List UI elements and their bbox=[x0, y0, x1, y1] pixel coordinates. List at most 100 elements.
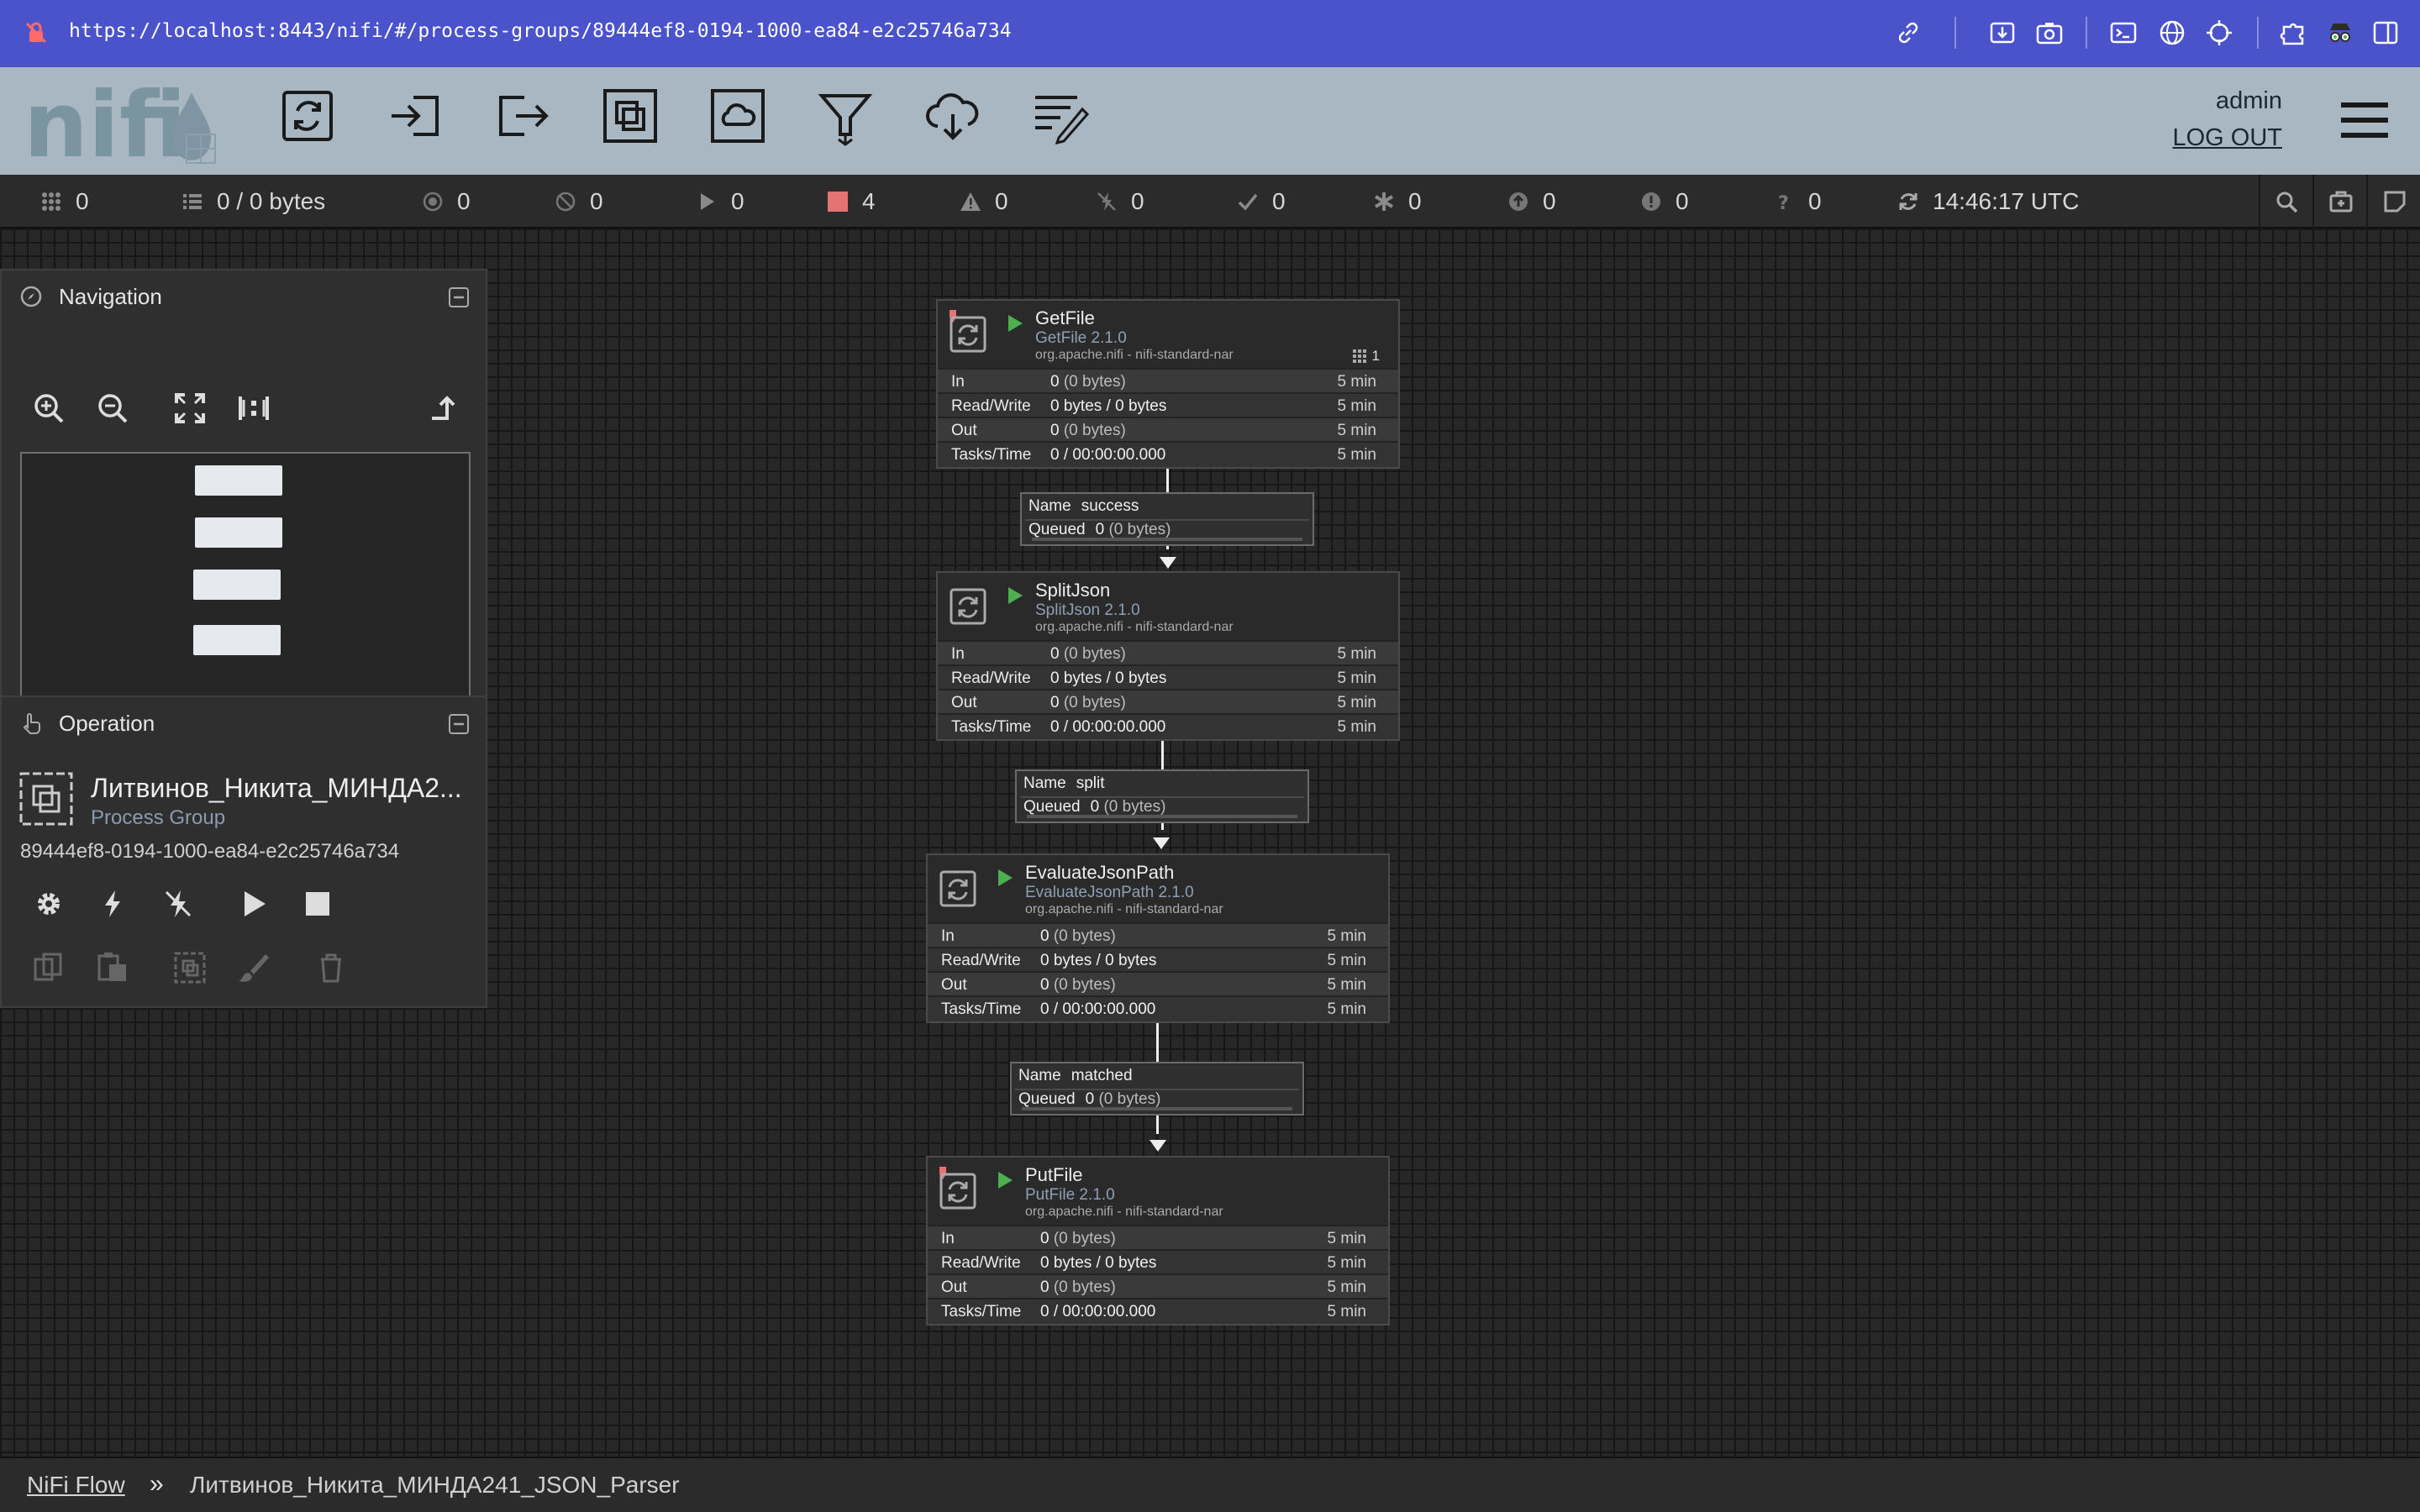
copy-icon[interactable] bbox=[32, 951, 66, 984]
processor-version: PutFile 2.1.0 bbox=[1025, 1186, 1115, 1204]
url-text[interactable]: https://localhost:8443/nifi/#/process-gr… bbox=[69, 20, 1012, 42]
birdseye-view[interactable] bbox=[20, 452, 471, 707]
terminal-icon[interactable] bbox=[2109, 18, 2138, 47]
stop-icon[interactable] bbox=[301, 887, 334, 921]
processor-name: PutFile bbox=[1025, 1164, 1083, 1185]
status-transmitting: 0 bbox=[422, 175, 471, 228]
processor-getfile[interactable]: GetFile GetFile 2.1.0 org.apache.nifi - … bbox=[936, 299, 1400, 469]
stat-window: 5 min bbox=[1337, 718, 1376, 736]
navigation-header[interactable]: Navigation bbox=[2, 270, 486, 323]
stat-value: 0 bytes / 0 bytes bbox=[1050, 397, 1167, 415]
stat-label: Read/Write bbox=[941, 952, 1021, 969]
compass-icon bbox=[20, 286, 42, 307]
stat-row-readwrite: Read/Write 0 bytes / 0 bytes 5 min bbox=[928, 947, 1388, 971]
search-button[interactable] bbox=[2259, 175, 2312, 228]
disable-bolt-icon[interactable] bbox=[161, 887, 195, 921]
stat-value-bytes: (0 bytes) bbox=[1063, 373, 1126, 391]
processor-icon bbox=[950, 316, 986, 353]
download-icon[interactable] bbox=[1988, 18, 2017, 47]
remote-process-group-tool-icon[interactable] bbox=[708, 86, 768, 146]
processor-bundle: org.apache.nifi - nifi-standard-nar bbox=[1025, 902, 1223, 916]
processor-name: SplitJson bbox=[1035, 580, 1111, 601]
stat-value: 0 (0 bytes) bbox=[1040, 1230, 1116, 1248]
fit-screen-icon[interactable] bbox=[173, 391, 207, 425]
incognito-icon[interactable] bbox=[2326, 18, 2354, 47]
collapse-icon[interactable] bbox=[449, 714, 469, 734]
refresh-icon[interactable] bbox=[1897, 191, 1919, 213]
processor-evaluatejsonpath[interactable]: EvaluateJsonPath EvaluateJsonPath 2.1.0 … bbox=[926, 853, 1390, 1023]
connection-queued-bytes: (0 bytes) bbox=[1108, 521, 1171, 538]
status-sync-failure: ? 0 bbox=[1773, 175, 1822, 228]
stat-window: 5 min bbox=[1327, 952, 1366, 969]
input-port-tool-icon[interactable] bbox=[385, 86, 445, 146]
enable-bolt-icon[interactable] bbox=[96, 887, 129, 921]
flow-config-button[interactable] bbox=[2366, 175, 2420, 228]
selection-id: 89444ef8-0194-1000-ea84-e2c25746a734 bbox=[20, 840, 400, 863]
processor-putfile[interactable]: PutFile PutFile 2.1.0 org.apache.nifi - … bbox=[926, 1156, 1390, 1326]
stat-row-in: In 0 (0 bytes) 5 min bbox=[928, 922, 1388, 947]
camera-icon[interactable] bbox=[2035, 18, 2064, 47]
stat-window: 5 min bbox=[1337, 645, 1376, 663]
hand-pointer-icon bbox=[23, 713, 40, 734]
process-group-icon bbox=[19, 772, 73, 826]
zoom-in-icon[interactable] bbox=[32, 391, 66, 425]
actual-size-icon[interactable] bbox=[237, 391, 271, 425]
extensions-icon[interactable] bbox=[2279, 18, 2307, 47]
link-icon[interactable] bbox=[1894, 18, 1923, 47]
connection-label-split[interactable]: Name split Queued 0 (0 bytes) bbox=[1015, 769, 1309, 823]
logout-link[interactable]: LOG OUT bbox=[2172, 124, 2282, 152]
stat-label: Out bbox=[951, 694, 977, 711]
processor-bundle: org.apache.nifi - nifi-standard-nar bbox=[1035, 348, 1234, 362]
toolbar-separator bbox=[1954, 17, 1956, 49]
processor-icon bbox=[939, 870, 976, 907]
toolbar-separator bbox=[2257, 17, 2259, 49]
connection-label-success[interactable]: Name success Queued 0 (0 bytes) bbox=[1020, 492, 1314, 546]
processor-bundle: org.apache.nifi - nifi-standard-nar bbox=[1025, 1205, 1223, 1219]
connection-queued-label: Queued bbox=[1028, 521, 1086, 538]
stat-row-readwrite: Read/Write 0 bytes / 0 bytes 5 min bbox=[938, 392, 1398, 417]
start-play-icon[interactable] bbox=[237, 887, 271, 921]
bulletin-button[interactable] bbox=[2312, 175, 2366, 228]
stat-value-bytes: (0 bytes) bbox=[1053, 927, 1116, 945]
leave-group-icon[interactable] bbox=[425, 391, 459, 425]
briefcase-icon bbox=[2329, 191, 2353, 213]
insecure-lock-icon[interactable] bbox=[24, 20, 49, 45]
operation-title: Operation bbox=[59, 711, 155, 736]
stat-value: 0 (0 bytes) bbox=[1050, 645, 1126, 664]
funnel-tool-icon[interactable] bbox=[815, 86, 876, 146]
connection-label-matched[interactable]: Name matched Queued 0 (0 bytes) bbox=[1010, 1062, 1304, 1116]
status-disabled-count: 0 bbox=[1131, 188, 1144, 214]
sidebar-toggle-icon[interactable] bbox=[2371, 18, 2400, 47]
processor-tool-icon[interactable] bbox=[277, 86, 338, 146]
template-tool-icon[interactable] bbox=[923, 86, 983, 146]
paste-icon[interactable] bbox=[96, 951, 129, 984]
output-port-tool-icon[interactable] bbox=[492, 86, 553, 146]
status-invalid: 0 bbox=[960, 175, 1008, 228]
color-brush-icon[interactable] bbox=[237, 951, 271, 984]
label-tool-icon[interactable] bbox=[1030, 86, 1091, 146]
collapse-icon[interactable] bbox=[449, 287, 469, 307]
status-not-transmitting-count: 0 bbox=[590, 188, 603, 214]
configure-gear-icon[interactable] bbox=[32, 887, 66, 921]
operation-header[interactable]: Operation bbox=[2, 697, 486, 749]
process-group-tool-icon[interactable] bbox=[600, 86, 660, 146]
breadcrumb-root-link[interactable]: NiFi Flow bbox=[27, 1472, 125, 1499]
status-refresh[interactable]: 14:46:17 UTC bbox=[1897, 175, 2079, 228]
global-menu-icon[interactable] bbox=[2341, 99, 2388, 141]
stat-row-out: Out 0 (0 bytes) 5 min bbox=[928, 971, 1388, 995]
delete-trash-icon[interactable] bbox=[314, 951, 348, 984]
status-stopped-count: 4 bbox=[862, 188, 876, 214]
connection-name: success bbox=[1081, 497, 1139, 515]
globe-icon[interactable] bbox=[2158, 18, 2186, 47]
group-icon[interactable] bbox=[173, 951, 207, 984]
connection-queued-count: 0 bbox=[1095, 521, 1105, 538]
processor-splitjson[interactable]: SplitJson SplitJson 2.1.0 org.apache.nif… bbox=[936, 571, 1400, 741]
flow-canvas[interactable]: Navigation Operation Литвинов_Никита_МИН… bbox=[0, 228, 2420, 1457]
stat-value: 0 / 00:00:00.000 bbox=[1040, 1000, 1156, 1018]
status-disabled: 0 bbox=[1096, 175, 1144, 228]
crosshair-icon[interactable] bbox=[2205, 18, 2233, 47]
connection-queued-row: Queued 0 (0 bytes) bbox=[1018, 1090, 1160, 1109]
connection-arrowhead bbox=[1160, 557, 1176, 569]
zoom-out-icon[interactable] bbox=[96, 391, 129, 425]
processor-icon bbox=[950, 588, 986, 625]
